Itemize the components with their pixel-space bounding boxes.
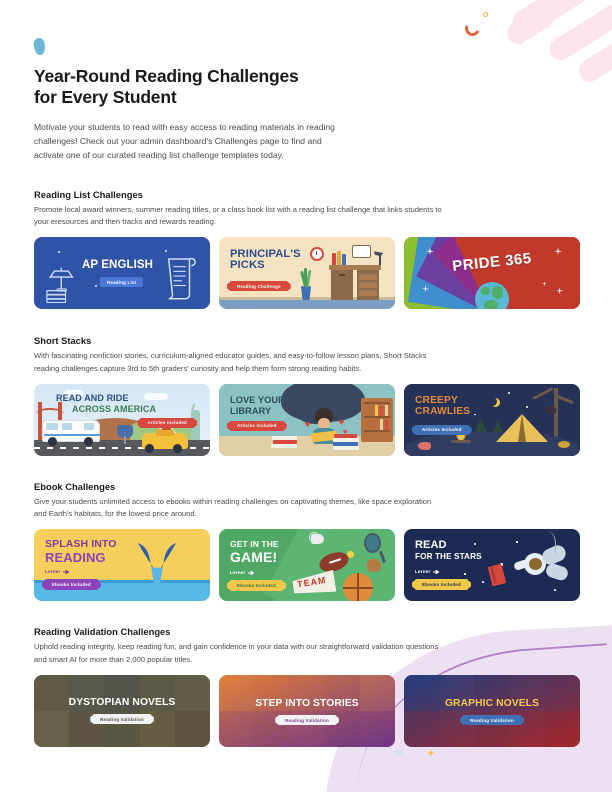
crescent-moon-icon bbox=[488, 397, 497, 406]
challenge-card-get-in-the-game[interactable]: TEAM GET IN THE GAME! Lerner Ebooks Incl… bbox=[219, 529, 395, 602]
page-title-line-2: for Every Student bbox=[34, 87, 177, 108]
card-title: GET IN THE GAME! bbox=[230, 540, 279, 565]
card-title: GRAPHIC NOVELS bbox=[444, 698, 540, 710]
card-title: CREEPY CRAWLIES bbox=[415, 395, 470, 418]
card-title: READ FOR THE STARS bbox=[415, 539, 482, 560]
card-title-line-1: READ AND RIDE bbox=[56, 392, 129, 403]
challenge-card-principals-picks[interactable]: PRINCIPAL'S PICKS Reading Challenge bbox=[219, 237, 395, 310]
section-description: Give your students unlimited access to e… bbox=[34, 496, 432, 519]
card-title-line-2: READING bbox=[45, 549, 106, 565]
whale-tail-icon bbox=[137, 543, 177, 586]
challenge-card-ap-english[interactable]: AP ENGLISH Reading List bbox=[34, 237, 210, 310]
card-badge: Ebooks Included bbox=[45, 579, 98, 590]
section-short-stacks: Short Stacks With fascinating nonfiction… bbox=[34, 335, 580, 456]
card-badge: Articles Included bbox=[415, 424, 469, 436]
card-row: READ AND RIDE ACROSS AMERICA Articles In… bbox=[34, 383, 580, 456]
section-description: Promote local award winners, summer read… bbox=[34, 204, 442, 226]
card-badge: Reading List bbox=[100, 277, 144, 288]
section-description: With fascinating nonfiction stories, cur… bbox=[34, 351, 427, 373]
card-title: LOVE YOUR LIBRARY bbox=[230, 395, 285, 417]
challenge-card-dystopian-novels[interactable]: DYSTOPIAN NOVELS Reading Validation bbox=[34, 675, 210, 748]
challenge-card-splash-into-reading[interactable]: SPLASH INTO READING Lerner Ebooks Includ… bbox=[34, 529, 210, 602]
card-badge: Reading Validation bbox=[463, 715, 521, 726]
section-description: Uphold reading integrity, keep reading f… bbox=[34, 642, 439, 664]
lerner-arrow-icon bbox=[432, 569, 440, 575]
card-title-line-2: GAME! bbox=[230, 548, 278, 565]
globe-icon bbox=[475, 282, 509, 310]
poster-content: Year-Round Reading Challenges for Every … bbox=[34, 0, 580, 748]
page-header: Year-Round Reading Challenges for Every … bbox=[34, 0, 579, 162]
page-title-line-1: Year-Round Reading Challenges bbox=[34, 66, 299, 86]
brand-label: Lerner bbox=[45, 569, 61, 575]
picture-frame-icon bbox=[352, 245, 371, 259]
book-stack-icon bbox=[333, 445, 359, 450]
lamp-and-books-icon bbox=[46, 267, 74, 304]
brand-logo-lerner: Lerner bbox=[415, 569, 440, 575]
section-reading-validation-challenges: Reading Validation Challenges Uphold rea… bbox=[34, 626, 580, 748]
section-title: Reading Validation Challenges bbox=[34, 626, 171, 638]
card-badge: Articles Included bbox=[140, 417, 194, 429]
card-overlay bbox=[404, 675, 580, 748]
brand-label: Lerner bbox=[415, 569, 431, 575]
challenge-card-step-into-stories[interactable]: STEP INTO STORIES Reading Validation bbox=[219, 675, 395, 748]
brand-label: Lerner bbox=[230, 570, 246, 576]
card-title-line-2: LIBRARY bbox=[230, 405, 272, 416]
critter-icon bbox=[558, 440, 570, 448]
card-title-line-2: CRAWLIES bbox=[415, 406, 471, 418]
card-badge: Ebooks Included bbox=[230, 580, 283, 591]
challenge-card-read-for-the-stars[interactable]: READ FOR THE STARS Lerner Ebooks Include… bbox=[404, 529, 580, 602]
card-row: SPLASH INTO READING Lerner Ebooks Includ… bbox=[34, 529, 580, 602]
card-title: READ AND RIDE ACROSS AMERICA bbox=[56, 393, 156, 415]
brand-logo-lerner: Lerner bbox=[230, 570, 255, 576]
poster-page: Year-Round Reading Challenges for Every … bbox=[0, 0, 612, 792]
card-overlay bbox=[34, 675, 210, 748]
tether-cord bbox=[542, 531, 556, 554]
card-title-line-2: PICKS bbox=[230, 259, 265, 272]
card-title-line-2: ACROSS AMERICA bbox=[72, 403, 157, 414]
card-title: PRINCIPAL'S PICKS bbox=[230, 249, 301, 271]
section-title: Reading List Challenges bbox=[34, 188, 143, 200]
critter-icon bbox=[418, 441, 431, 450]
challenge-card-pride-365[interactable]: PRIDE 365 bbox=[404, 237, 580, 310]
scroll-document-icon bbox=[167, 258, 196, 300]
lerner-arrow-icon bbox=[247, 570, 255, 576]
card-title-line-2: FOR THE STARS bbox=[415, 551, 482, 561]
challenge-card-love-your-library[interactable]: LOVE YOUR LIBRARY Articles Included bbox=[219, 383, 395, 456]
card-badge: Articles Included bbox=[230, 420, 284, 432]
section-reading-list-challenges: Reading List Challenges Promote local aw… bbox=[34, 188, 580, 310]
challenge-card-creepy-crawlies[interactable]: CREEPY CRAWLIES Articles Included bbox=[404, 383, 580, 456]
challenge-card-graphic-novels[interactable]: GRAPHIC NOVELS Reading Validation bbox=[404, 675, 580, 748]
section-title: Short Stacks bbox=[34, 335, 92, 347]
card-title: AP ENGLISH bbox=[82, 259, 154, 272]
card-title: STEP INTO STORIES bbox=[255, 698, 359, 710]
card-badge: Reading Validation bbox=[278, 715, 336, 726]
card-title-line-1: LOVE YOUR bbox=[230, 394, 285, 405]
brand-logo-lerner: Lerner bbox=[45, 569, 70, 575]
card-badge: Reading Challenge bbox=[230, 281, 288, 292]
card-artwork bbox=[34, 237, 210, 309]
lerner-arrow-icon bbox=[62, 569, 70, 575]
card-row: DYSTOPIAN NOVELS Reading Validation STEP bbox=[34, 675, 580, 748]
card-badge: Ebooks Included bbox=[415, 579, 468, 590]
card-title-line-1: CREEPY bbox=[415, 394, 458, 406]
challenge-card-read-and-ride[interactable]: READ AND RIDE ACROSS AMERICA Articles In… bbox=[34, 383, 210, 456]
card-title: DYSTOPIAN NOVELS bbox=[68, 697, 176, 709]
card-overlay bbox=[219, 675, 395, 748]
card-title: SPLASH INTO READING bbox=[45, 539, 117, 565]
card-row: AP ENGLISH Reading List PRINCIPAL'S PICK… bbox=[34, 237, 580, 310]
page-lede: Motivate your students to read with easy… bbox=[34, 121, 335, 160]
section-ebook-challenges: Ebook Challenges Give your students unli… bbox=[34, 480, 580, 602]
card-badge: Reading Validation bbox=[93, 714, 151, 725]
book-stack-icon bbox=[271, 443, 297, 448]
section-title: Ebook Challenges bbox=[34, 480, 116, 492]
card-title-line-1: READ bbox=[415, 539, 447, 552]
